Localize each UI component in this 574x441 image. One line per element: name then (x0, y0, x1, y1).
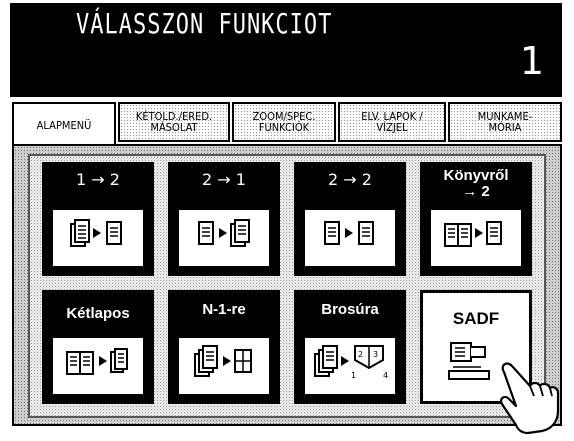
tab-label: KÉTOLD./ERED. MÁSOLAT (135, 110, 213, 134)
two-page-icon (53, 338, 143, 394)
duplex-2to1-icon (179, 210, 269, 266)
func-label: Brosúra (321, 301, 379, 318)
func-n-1-re-button[interactable]: N-1-re (168, 290, 280, 404)
tab-label: ZOOM/SPEC. FUNKCIÓK (252, 110, 316, 134)
tab-bar: ALAPMENÜ KÉTOLD./ERED. MÁSOLAT ZOOM/SPEC… (12, 102, 562, 146)
svg-text:4: 4 (383, 371, 388, 380)
tab-elv-lapok-vizjel[interactable]: ELV. LAPOK / VÍZJEL (338, 102, 446, 142)
book-to-duplex-icon (431, 210, 521, 266)
func-book-to-duplex-button[interactable]: Könyvről → 2 (420, 162, 532, 276)
func-label: N-1-re (202, 301, 246, 318)
func-2-to-1-button[interactable]: 2 → 1 (168, 162, 280, 276)
svg-text:2: 2 (358, 350, 363, 359)
svg-text:1: 1 (351, 371, 356, 380)
func-label: 2 → 1 (202, 170, 246, 189)
tab-alapmenu[interactable]: ALAPMENÜ (12, 102, 116, 146)
func-label: SADF (452, 309, 500, 328)
tab-label: ELV. LAPOK / VÍZJEL (361, 110, 423, 134)
booklet-icon: 2 3 1 4 (305, 338, 395, 394)
tab-ketold-ered-masolat[interactable]: KÉTOLD./ERED. MÁSOLAT (118, 102, 230, 142)
title-bar: VÁLASSZON FUNKCIOT 1 (10, 3, 562, 97)
tab-munkamemoria[interactable]: MUNKAME- MÓRIA (448, 102, 562, 142)
duplex-2to2-icon (305, 210, 395, 266)
tab-label: MUNKAME- MÓRIA (477, 110, 533, 134)
func-label: 1 → 2 (76, 170, 120, 189)
function-panel: 1 → 2 2 → 1 2 → 2 Könyvről → 2 Kétlapos … (12, 144, 562, 426)
func-ketlapos-button[interactable]: Kétlapos (42, 290, 154, 404)
func-label: Könyvről → 2 (443, 167, 509, 200)
tab-label: ALAPMENÜ (36, 118, 92, 132)
svg-text:3: 3 (373, 350, 378, 359)
page-number: 1 (519, 39, 544, 83)
function-grid: 1 → 2 2 → 1 2 → 2 Könyvről → 2 Kétlapos … (28, 154, 546, 418)
func-1-to-2-button[interactable]: 1 → 2 (42, 162, 154, 276)
duplex-1to2-icon (53, 210, 143, 266)
func-label: 2 → 2 (328, 170, 372, 189)
screen-title: VÁLASSZON FUNKCIOT (76, 9, 333, 41)
n-up-icon (179, 338, 269, 394)
tab-zoom-spec-funkciok[interactable]: ZOOM/SPEC. FUNKCIÓK (232, 102, 336, 142)
pointing-hand-icon (486, 354, 566, 436)
func-label: Kétlapos (66, 305, 130, 322)
func-2-to-2-button[interactable]: 2 → 2 (294, 162, 406, 276)
func-brosura-button[interactable]: Brosúra 2 3 1 4 (294, 290, 406, 404)
